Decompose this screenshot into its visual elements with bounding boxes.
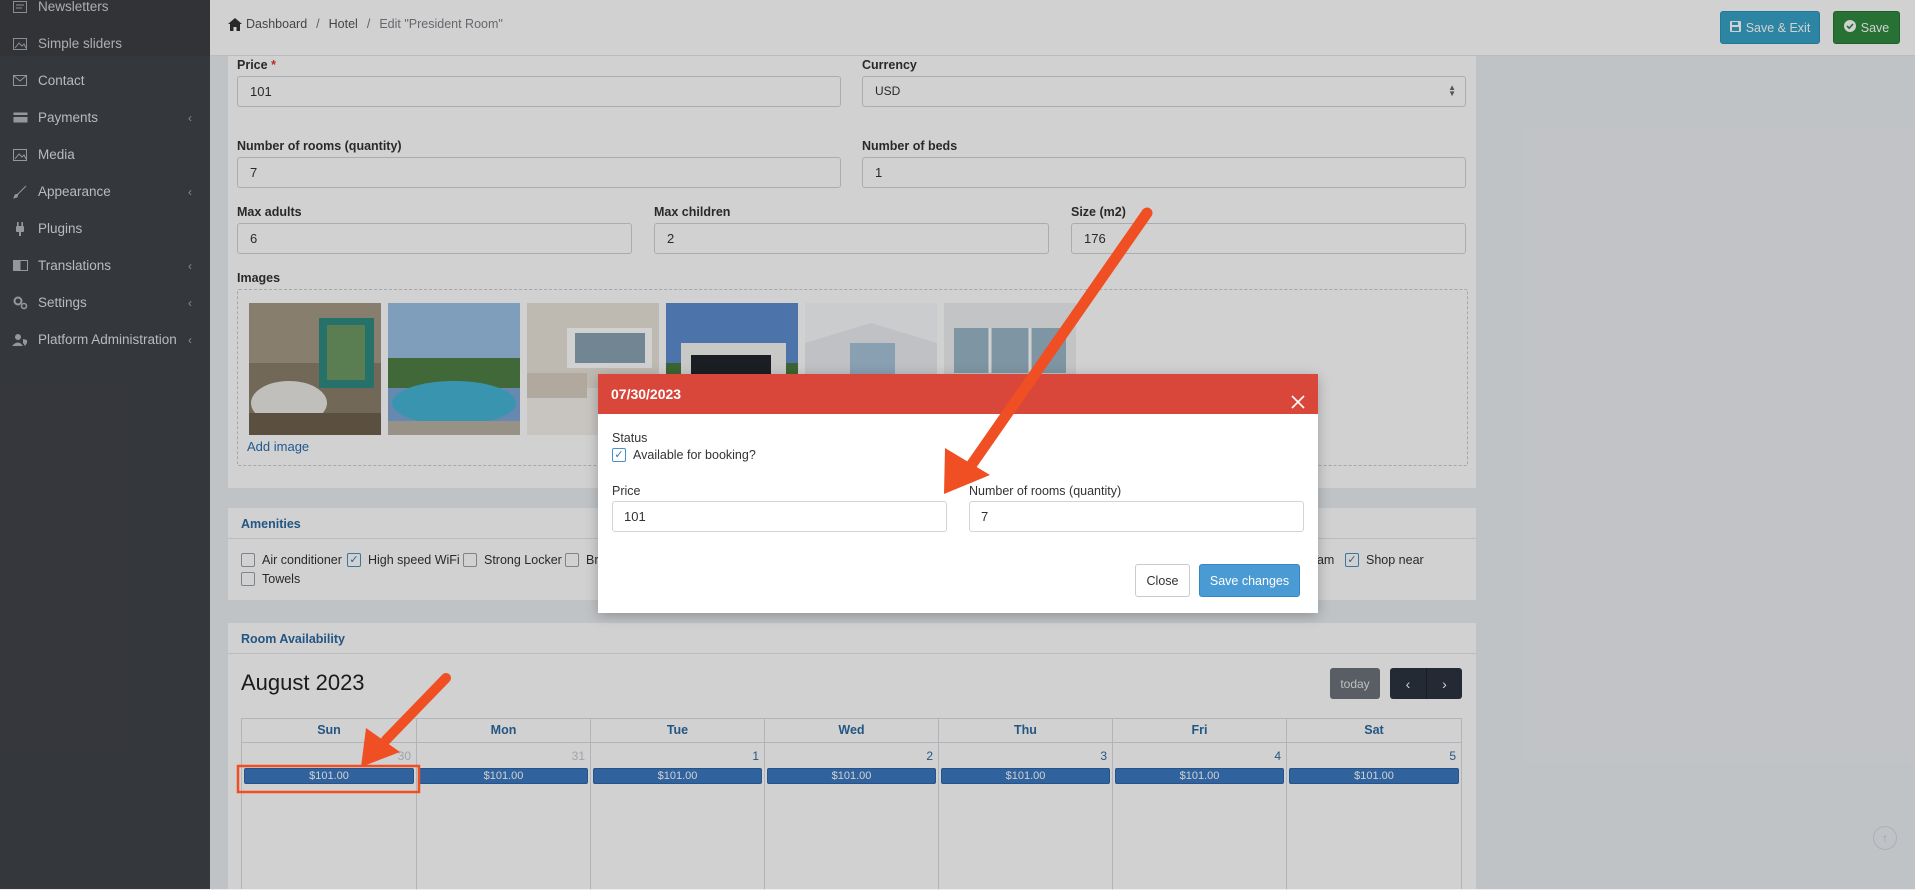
status-label: Status [612, 431, 648, 445]
modal-rooms-input[interactable]: 7 [969, 501, 1304, 532]
modal-price-input[interactable]: 101 [612, 501, 947, 532]
modal-backdrop[interactable] [0, 0, 1915, 56]
modal-price-label: Price [612, 484, 641, 498]
close-icon[interactable] [1290, 385, 1308, 409]
available-label: Available for booking? [633, 448, 756, 462]
modal-backdrop[interactable] [0, 56, 210, 889]
modal-title: 07/30/2023 [611, 386, 682, 402]
arrow-up-icon: ↑ [1882, 831, 1888, 845]
available-for-booking-checkbox[interactable]: ✓ Available for booking? [612, 448, 756, 462]
checkbox-checked[interactable]: ✓ [612, 448, 626, 462]
edit-date-modal: 07/30/2023 Status ✓ Available for bookin… [598, 374, 1318, 613]
modal-close-button[interactable]: Close [1135, 564, 1190, 597]
scroll-to-top-button[interactable]: ↑ [1873, 826, 1897, 850]
modal-rooms-label: Number of rooms (quantity) [969, 484, 1122, 498]
save-changes-button[interactable]: Save changes [1199, 564, 1300, 597]
modal-header: 07/30/2023 [598, 374, 1318, 414]
